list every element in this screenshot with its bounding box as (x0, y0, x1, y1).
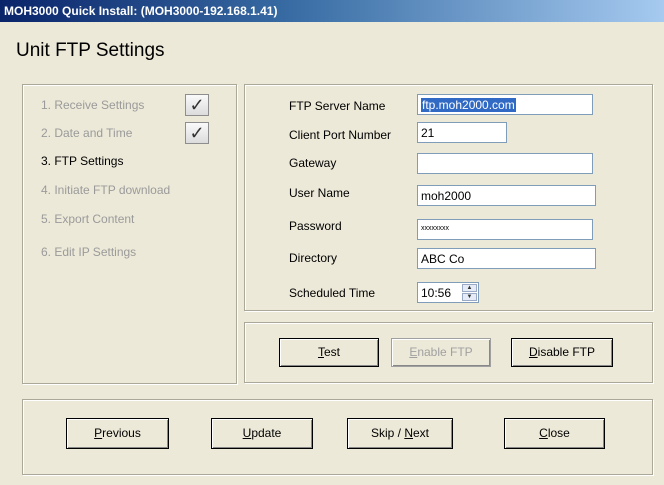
window-title-bar: MOH3000 Quick Install: (MOH3000-192.168.… (0, 0, 664, 22)
step-ftp-settings: 3. FTP Settings (41, 154, 124, 168)
step-initiate-ftp-download: 4. Initiate FTP download (41, 183, 171, 197)
ftp-server-name-input[interactable]: ftp.moh2000.com (417, 94, 593, 115)
directory-label: Directory (289, 251, 338, 265)
spin-down-icon[interactable]: ▼ (462, 293, 477, 301)
password-label: Password (289, 219, 342, 233)
scheduled-time-value: 10:56 (421, 286, 452, 300)
user-name-label: User Name (289, 186, 350, 200)
directory-input[interactable]: ABC Co (417, 248, 596, 269)
ftp-actions-panel: Test Enable FTP Disable FTP (244, 322, 653, 383)
window-title: MOH3000 Quick Install: (MOH3000-192.168.… (4, 4, 278, 18)
checkmark-icon: ✓ (185, 94, 209, 116)
skip-next-button[interactable]: Skip / Next (347, 418, 453, 449)
client-port-number-label: Client Port Number (289, 128, 392, 142)
steps-panel: 1. Receive Settings ✓ 2. Date and Time ✓… (22, 84, 237, 384)
gateway-label: Gateway (289, 156, 337, 170)
step-date-and-time: 2. Date and Time (41, 126, 133, 140)
ftp-server-name-label: FTP Server Name (289, 99, 386, 113)
scheduled-time-label: Scheduled Time (289, 286, 376, 300)
spin-up-icon[interactable]: ▲ (462, 284, 477, 292)
test-button[interactable]: Test (279, 338, 379, 367)
page-title: Unit FTP Settings (16, 40, 165, 61)
user-name-input[interactable]: moh2000 (417, 185, 596, 206)
password-input[interactable]: xxxxxxxx (417, 219, 593, 240)
step-receive-settings: 1. Receive Settings (41, 98, 145, 112)
gateway-input[interactable] (417, 153, 593, 174)
step-edit-ip-settings: 6. Edit IP Settings (41, 245, 137, 259)
ftp-fields-panel: FTP Server Name ftp.moh2000.com Client P… (244, 84, 653, 311)
previous-button[interactable]: Previous (66, 418, 169, 449)
navigation-panel: Previous Update Skip / Next Close (22, 399, 653, 475)
step-export-content: 5. Export Content (41, 212, 135, 226)
spin-buttons: ▲ ▼ (462, 284, 477, 301)
disable-ftp-button[interactable]: Disable FTP (511, 338, 613, 367)
checkmark-icon: ✓ (185, 122, 209, 144)
enable-ftp-button[interactable]: Enable FTP (391, 338, 491, 367)
close-button[interactable]: Close (504, 418, 605, 449)
scheduled-time-stepper[interactable]: 10:56 ▲ ▼ (417, 282, 479, 303)
client-port-number-input[interactable]: 21 (417, 122, 507, 143)
update-button[interactable]: Update (211, 418, 313, 449)
